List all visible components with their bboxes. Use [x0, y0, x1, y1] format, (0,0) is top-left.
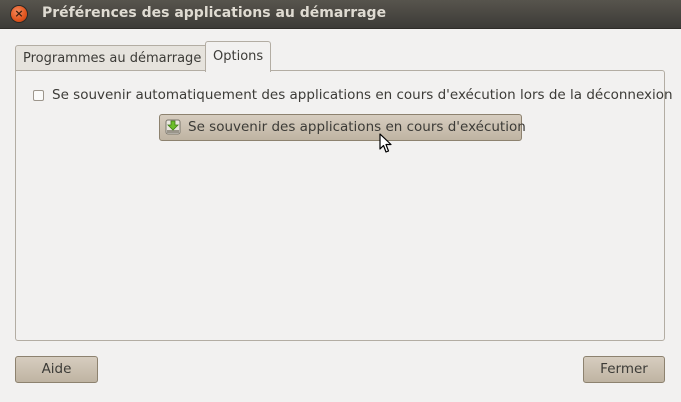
window-title: Préférences des applications au démarrag… [42, 5, 387, 21]
help-button[interactable]: Aide [15, 356, 98, 383]
close-icon[interactable]: × [11, 6, 27, 22]
mouse-cursor-icon [379, 133, 392, 153]
auto-remember-label[interactable]: Se souvenir automatiquement des applicat… [52, 87, 673, 103]
titlebar[interactable]: × Préférences des applications au démarr… [0, 0, 681, 29]
download-icon [165, 119, 181, 135]
tab-startup-programs[interactable]: Programmes au démarrage [15, 45, 210, 72]
auto-remember-checkbox[interactable] [33, 90, 44, 101]
tab-options[interactable]: Options [205, 41, 272, 72]
options-panel [15, 70, 665, 341]
remember-running-apps-button[interactable]: Se souvenir des applications en cours d'… [159, 114, 526, 141]
close-button[interactable]: Fermer [583, 356, 665, 383]
dialog-window: × Préférences des applications au démarr… [0, 0, 681, 402]
remember-button-label: Se souvenir des applications en cours d'… [188, 119, 526, 135]
